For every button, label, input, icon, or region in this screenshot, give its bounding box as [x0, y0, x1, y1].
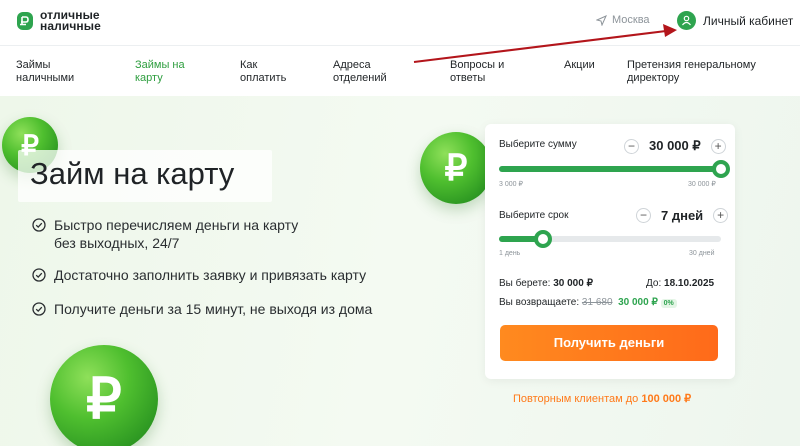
amount-minus-button[interactable]: −: [624, 138, 639, 154]
term-label: Выберите срок: [499, 210, 569, 221]
term-minus-button[interactable]: −: [636, 208, 651, 223]
nav-label-line-1: Вопросы и: [450, 59, 505, 71]
page-title: Займ на карту: [30, 156, 235, 191]
return-label: Вы возвращаете:: [499, 297, 580, 308]
term-max-label: 30 дней: [689, 250, 715, 257]
feature-text: Получите деньги за 15 минут, не выходя и…: [54, 301, 373, 317]
nav-label-line-1: Как: [240, 59, 258, 71]
top-bar: отличные наличные Москва Личный кабинет: [0, 0, 800, 46]
repeat-clients-note: Повторным клиентам до 100 000 ₽: [513, 392, 691, 405]
amount-slider-thumb[interactable]: [712, 160, 730, 178]
feature-item: Быстро перечисляем деньги на карту без в…: [32, 216, 298, 252]
check-circle-icon: [32, 302, 46, 316]
term-stepper: − 7 дней +: [636, 208, 729, 223]
cabinet-label: Личный кабинет: [703, 13, 794, 28]
term-slider-thumb[interactable]: [534, 230, 552, 248]
logo-icon: [17, 12, 33, 30]
amount-stepper: − 30 000 ₽ +: [624, 138, 726, 154]
user-icon: [677, 11, 696, 30]
term-value[interactable]: 7 дней: [661, 208, 703, 223]
take-value: 30 000 ₽: [553, 278, 593, 289]
nav-label-line-1: Претензия генеральному: [627, 59, 756, 71]
amount-value[interactable]: 30 000 ₽: [649, 138, 701, 154]
nav-label-line-2: карту: [135, 72, 163, 84]
nav-label-line-1: Займы на: [135, 59, 185, 71]
nav-label-line-1: Адреса: [333, 59, 371, 71]
main-nav: Займы наличными Займы на карту Как оплат…: [0, 46, 800, 96]
city-selector[interactable]: Москва: [596, 14, 650, 26]
return-new-value: 30 000 ₽: [618, 297, 658, 308]
feature-item: Достаточно заполнить заявку и привязать …: [32, 266, 366, 284]
amount-slider[interactable]: [499, 160, 730, 178]
amount-slider-fill: [499, 166, 721, 172]
feature-item: Получите деньги за 15 минут, не выходя и…: [32, 300, 372, 318]
term-min-label: 1 день: [499, 250, 521, 257]
amount-max-label: 30 000 ₽: [688, 181, 716, 188]
nav-item-claim[interactable]: Претензия генеральному директору: [627, 59, 756, 85]
nav-label-line-2: ответы: [450, 72, 486, 84]
return-old-value: 31 680: [581, 297, 613, 308]
nav-label-line-2: наличными: [16, 72, 75, 84]
nav-item-how-to-pay[interactable]: Как оплатить: [240, 59, 286, 85]
ruble-coin-icon: ₽: [50, 345, 158, 446]
nav-item-addresses[interactable]: Адреса отделений: [333, 59, 387, 85]
amount-min-label: 3 000 ₽: [499, 181, 523, 188]
nav-label-line-2: оплатить: [240, 72, 287, 84]
take-summary: Вы берете: 30 000 ₽: [499, 278, 593, 289]
amount-label: Выберите сумму: [499, 139, 577, 150]
location-arrow-icon: [596, 14, 607, 26]
return-summary: Вы возвращаете: 31 680 30 000 ₽ 0%: [499, 297, 677, 308]
repeat-text: Повторным клиентам до: [513, 393, 639, 405]
feature-text: Быстро перечисляем деньги на карту: [54, 217, 299, 233]
check-circle-icon: [32, 218, 46, 232]
until-summary: До: 18.10.2025: [646, 278, 714, 289]
nav-item-faq[interactable]: Вопросы и ответы: [450, 59, 504, 85]
get-money-button[interactable]: Получить деньги: [500, 325, 718, 361]
until-label: До:: [646, 278, 662, 289]
ruble-coin-icon: ₽: [420, 132, 492, 204]
feature-text: без выходных, 24/7: [54, 235, 180, 251]
nav-item-card-loans[interactable]: Займы на карту: [135, 59, 185, 85]
feature-text: Достаточно заполнить заявку и привязать …: [54, 267, 367, 283]
personal-cabinet-link[interactable]: Личный кабинет: [677, 11, 793, 30]
amount-plus-button[interactable]: +: [710, 138, 726, 154]
term-plus-button[interactable]: +: [713, 208, 729, 223]
nav-item-cash-loans[interactable]: Займы наличными: [16, 59, 74, 85]
nav-label-line-2: директору: [627, 72, 680, 84]
until-value: 18.10.2025: [664, 278, 715, 289]
logo[interactable]: отличные наличные: [16, 9, 101, 33]
repeat-amount: 100 000 ₽: [641, 393, 692, 405]
rate-badge: 0%: [660, 299, 677, 308]
logo-line-2: наличные: [40, 19, 101, 33]
term-slider[interactable]: [499, 230, 721, 248]
nav-label-line-1: Акции: [564, 59, 595, 71]
take-label: Вы берете:: [499, 278, 551, 289]
nav-label-line-2: отделений: [333, 72, 387, 84]
nav-label-line-1: Займы: [16, 59, 51, 71]
city-label: Москва: [612, 14, 650, 26]
check-circle-icon: [32, 268, 46, 282]
nav-item-promotions[interactable]: Акции: [564, 59, 595, 72]
